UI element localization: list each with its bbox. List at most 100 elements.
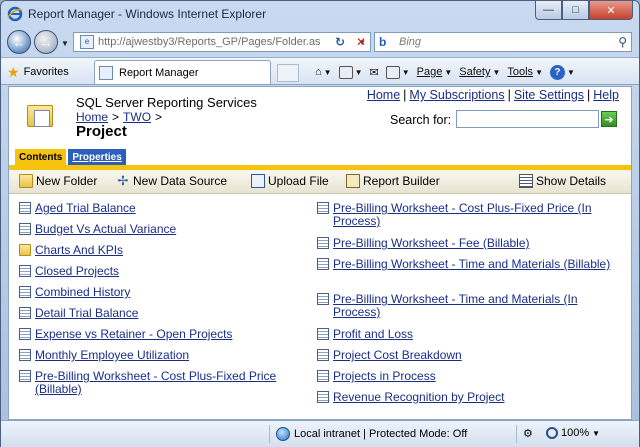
- minimize-button[interactable]: —: [535, 1, 562, 20]
- report-builder-label: Report Builder: [363, 174, 440, 188]
- print-button[interactable]: ▼: [385, 65, 410, 79]
- help-dropdown-icon[interactable]: ▼: [567, 68, 575, 77]
- list-item[interactable]: Pre-Billing Worksheet - Fee (Billable): [317, 237, 617, 250]
- upload-file-label: Upload File: [268, 174, 329, 188]
- list-item[interactable]: Charts And KPIs: [19, 244, 299, 257]
- title-bar: Report Manager - Windows Internet Explor…: [1, 1, 639, 27]
- back-button[interactable]: ←: [7, 30, 31, 54]
- list-item[interactable]: Aged Trial Balance: [19, 202, 299, 215]
- list-item[interactable]: Profit and Loss: [317, 328, 617, 341]
- upload-file-button[interactable]: Upload File: [251, 174, 329, 188]
- list-item[interactable]: Monthly Employee Utilization: [19, 349, 299, 362]
- list-item[interactable]: Pre-Billing Worksheet - Time and Materia…: [317, 258, 617, 271]
- new-data-source-button[interactable]: ✢ New Data Source: [116, 174, 228, 189]
- tab-page-icon: [99, 65, 113, 80]
- search-input[interactable]: [456, 110, 599, 128]
- item-label[interactable]: Projects in Process: [333, 370, 436, 383]
- new-folder-icon: [19, 174, 33, 188]
- list-item[interactable]: Pre-Billing Worksheet - Cost Plus-Fixed …: [317, 202, 617, 228]
- item-label[interactable]: Expense vs Retainer - Open Projects: [35, 328, 232, 341]
- favorites-button[interactable]: ★ Favorites: [7, 62, 69, 82]
- report-icon: [19, 223, 31, 235]
- home-button[interactable]: ⌂ ▼: [315, 66, 332, 78]
- refresh-icon[interactable]: ↻: [329, 32, 351, 52]
- item-label[interactable]: Combined History: [35, 286, 130, 299]
- tools-dropdown-icon: ▼: [535, 67, 543, 77]
- my-subscriptions-link[interactable]: My Subscriptions: [409, 88, 504, 102]
- address-url[interactable]: http://ajwestby3/Reports_GP/Pages/Folder…: [98, 36, 320, 48]
- breadcrumb: Home > TWO >: [76, 110, 162, 124]
- list-item[interactable]: Budget Vs Actual Variance: [19, 223, 299, 236]
- status-bar: Local intranet | Protected Mode: Off ⚙ 1…: [1, 420, 639, 447]
- list-item[interactable]: Expense vs Retainer - Open Projects: [19, 328, 299, 341]
- stop-icon[interactable]: ✕: [350, 32, 372, 52]
- mail-button[interactable]: ✉: [370, 66, 379, 79]
- item-label[interactable]: Profit and Loss: [333, 328, 413, 341]
- tab-contents[interactable]: Contents: [15, 149, 67, 165]
- tools-menu[interactable]: Tools ▼: [507, 66, 543, 78]
- window-title: Report Manager - Windows Internet Explor…: [28, 7, 267, 21]
- zoom-dropdown-icon[interactable]: ▼: [592, 429, 600, 438]
- help-button[interactable]: ? ▼: [549, 64, 575, 80]
- report-builder-button[interactable]: Report Builder: [346, 174, 440, 188]
- list-item[interactable]: Pre-Billing Worksheet - Time and Materia…: [317, 293, 617, 319]
- help-icon: ?: [549, 64, 565, 80]
- item-label[interactable]: Pre-Billing Worksheet - Cost Plus-Fixed …: [333, 202, 617, 228]
- safety-menu[interactable]: Safety ▼: [459, 66, 500, 78]
- item-label[interactable]: Pre-Billing Worksheet - Time and Materia…: [333, 258, 610, 271]
- feeds-button[interactable]: ▼: [338, 65, 363, 79]
- help-link[interactable]: Help: [593, 88, 619, 102]
- item-label[interactable]: Detail Trial Balance: [35, 307, 138, 320]
- item-label[interactable]: Pre-Billing Worksheet - Fee (Billable): [333, 237, 530, 250]
- show-details-button[interactable]: Show Details: [519, 174, 606, 188]
- forward-button[interactable]: →: [34, 30, 58, 54]
- site-settings-link[interactable]: Site Settings: [514, 88, 584, 102]
- search-go-button[interactable]: ➜: [601, 111, 617, 127]
- print-dropdown-icon[interactable]: ▼: [402, 68, 410, 77]
- page-tabs: Contents Properties: [9, 149, 631, 165]
- item-label[interactable]: Budget Vs Actual Variance: [35, 223, 176, 236]
- item-label[interactable]: Project Cost Breakdown: [333, 349, 462, 362]
- new-data-source-label: New Data Source: [133, 174, 228, 188]
- recent-pages-dropdown[interactable]: ▼: [61, 39, 69, 48]
- item-label[interactable]: Pre-Billing Worksheet - Cost Plus-Fixed …: [35, 370, 299, 396]
- item-label[interactable]: Charts And KPIs: [35, 244, 123, 257]
- home-dropdown-icon[interactable]: ▼: [324, 68, 332, 77]
- new-folder-button[interactable]: New Folder: [19, 174, 97, 188]
- item-label[interactable]: Closed Projects: [35, 265, 119, 278]
- close-button[interactable]: ✕: [589, 1, 633, 20]
- breadcrumb-home[interactable]: Home: [76, 110, 108, 124]
- command-bar: ★ Favorites Report Manager ⌂ ▼ ▼ ✉ ▼ Page…: [1, 57, 639, 85]
- list-item[interactable]: Project Cost Breakdown: [317, 349, 617, 362]
- list-item[interactable]: Closed Projects: [19, 265, 299, 278]
- search-box[interactable]: b Bing ⚲: [374, 32, 632, 52]
- address-bar[interactable]: e http://ajwestby3/Reports_GP/Pages/Fold…: [73, 32, 371, 52]
- tools-menu-label: Tools: [507, 66, 534, 78]
- item-label[interactable]: Pre-Billing Worksheet - Time and Materia…: [333, 293, 617, 319]
- item-label[interactable]: Monthly Employee Utilization: [35, 349, 189, 362]
- search-placeholder[interactable]: Bing: [399, 36, 421, 48]
- page-menu[interactable]: Page ▼: [417, 66, 453, 78]
- list-item[interactable]: Combined History: [19, 286, 299, 299]
- security-zone[interactable]: Local intranet | Protected Mode: Off: [276, 427, 467, 441]
- item-label[interactable]: Aged Trial Balance: [35, 202, 136, 215]
- list-item[interactable]: Detail Trial Balance: [19, 307, 299, 320]
- report-icon: [19, 307, 31, 319]
- restore-button[interactable]: □: [562, 1, 589, 20]
- link-separator: |: [507, 88, 511, 102]
- item-label[interactable]: Revenue Recognition by Project: [333, 391, 504, 404]
- new-tab-button[interactable]: [277, 64, 299, 82]
- protected-mode-icon[interactable]: ⚙: [523, 427, 533, 440]
- zoom-control[interactable]: 100% ▼: [546, 427, 600, 439]
- list-item[interactable]: Projects in Process: [317, 370, 617, 383]
- tab-properties[interactable]: Properties: [68, 149, 126, 165]
- list-item[interactable]: Revenue Recognition by Project: [317, 391, 617, 404]
- browser-tab[interactable]: Report Manager: [94, 60, 299, 84]
- report-icon: [19, 370, 31, 382]
- search-icon[interactable]: ⚲: [618, 35, 627, 49]
- home-link[interactable]: Home: [367, 88, 400, 102]
- breadcrumb-two[interactable]: TWO: [123, 110, 151, 124]
- feeds-dropdown-icon[interactable]: ▼: [355, 68, 363, 77]
- globe-icon: [276, 427, 290, 441]
- list-item[interactable]: Pre-Billing Worksheet - Cost Plus-Fixed …: [19, 370, 299, 396]
